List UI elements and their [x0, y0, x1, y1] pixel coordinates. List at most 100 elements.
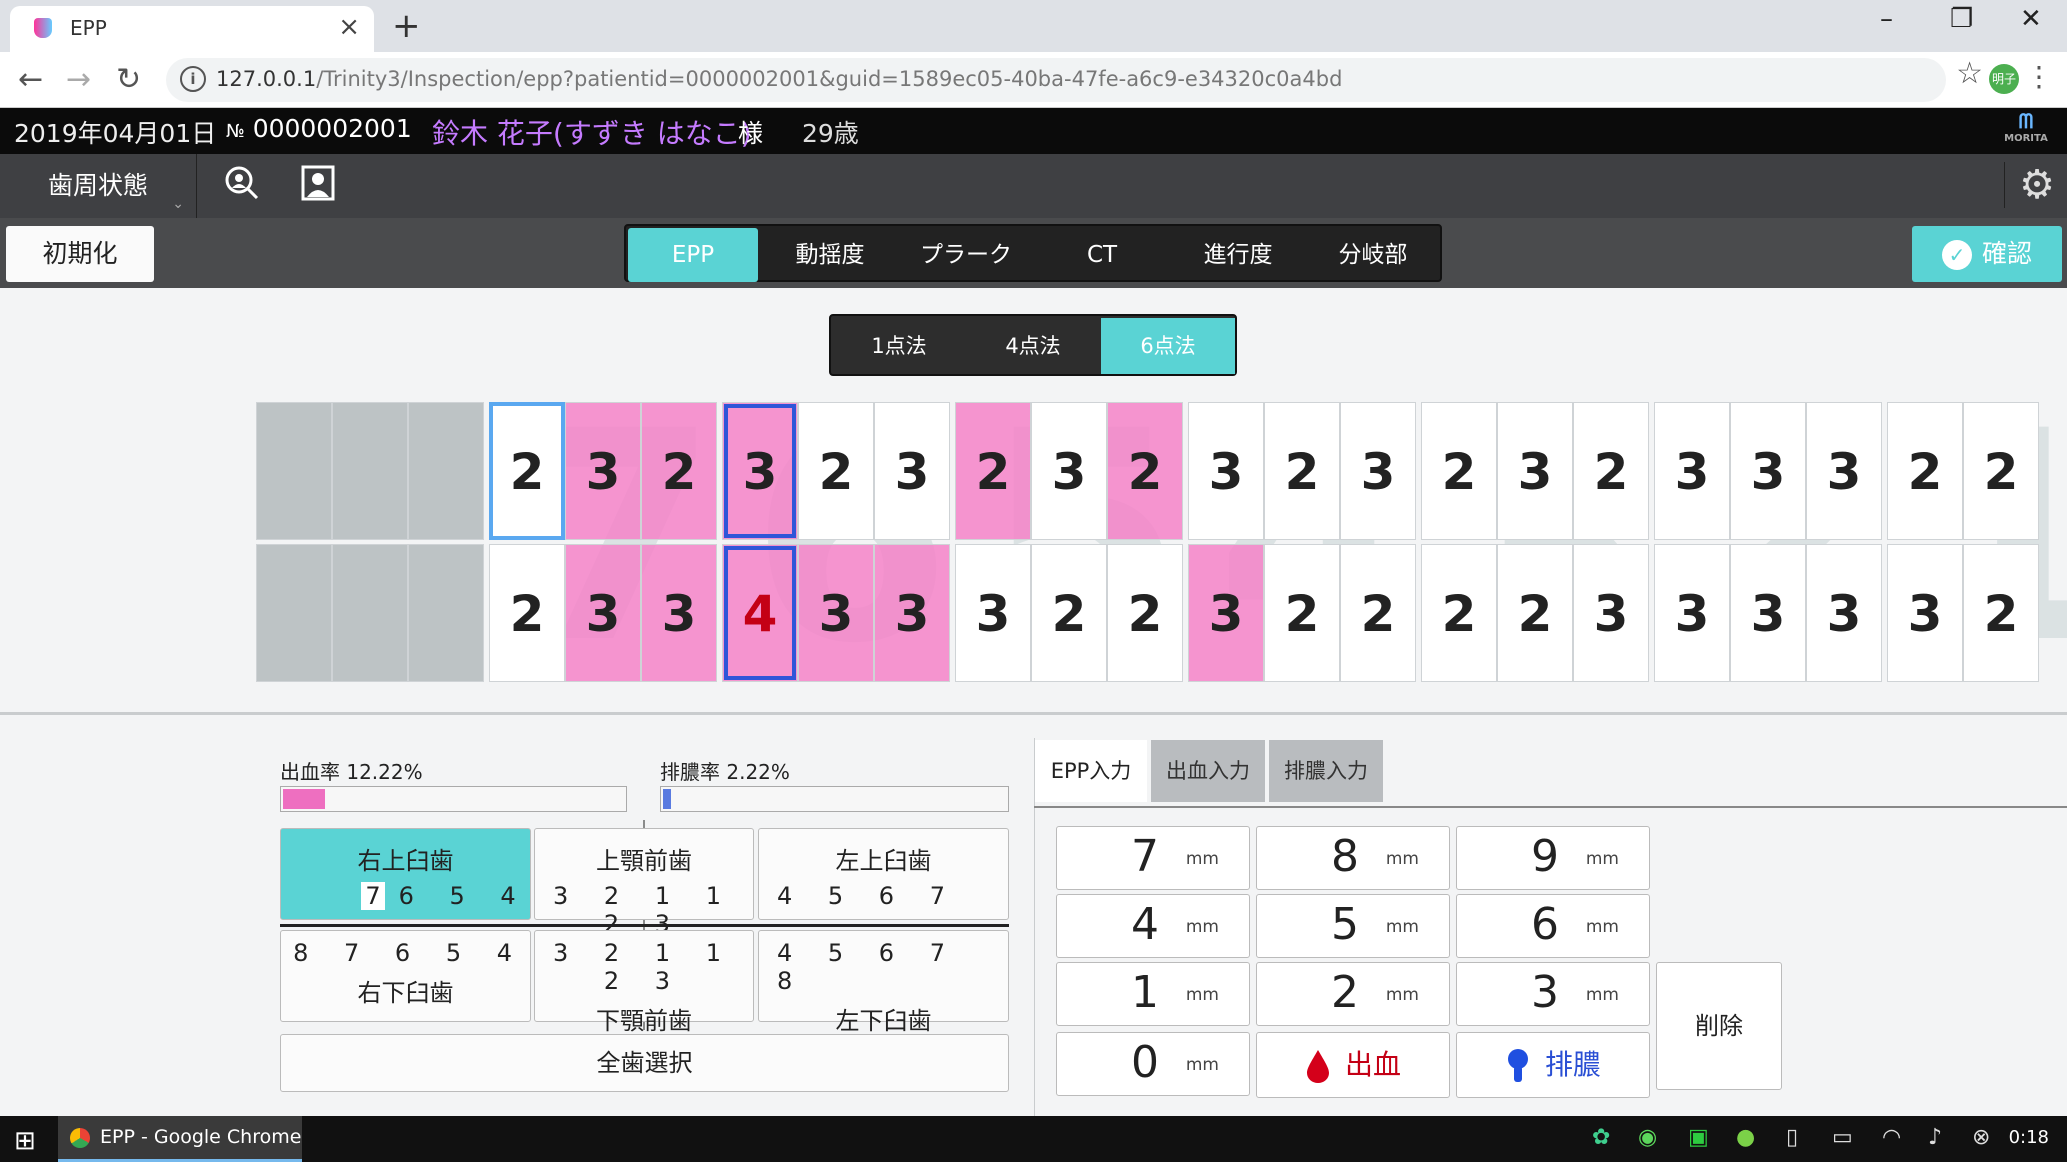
- upper-pocket-cell[interactable]: 3: [1340, 402, 1416, 540]
- select-all-teeth-button[interactable]: 全歯選択: [280, 1034, 1009, 1092]
- key-7mm[interactable]: 7 mm: [1056, 826, 1250, 890]
- browser-menu-icon[interactable]: ⋮: [2025, 60, 2053, 93]
- quadrant-lower-right[interactable]: 8 7 6 5 4 右下臼歯: [280, 930, 531, 1022]
- confirm-button[interactable]: ✓ 確認: [1912, 226, 2062, 282]
- profile-avatar[interactable]: 明子: [1989, 64, 2019, 94]
- quadrant-lower-left[interactable]: 4 5 6 7 8 左下臼歯: [758, 930, 1009, 1035]
- lower-pocket-cell[interactable]: 2: [1497, 544, 1573, 682]
- lower-pocket-cell[interactable]: 3: [1887, 544, 1963, 682]
- taskbar-chrome-item[interactable]: EPP - Google Chrome: [58, 1116, 302, 1162]
- lower-pocket-cell[interactable]: 2: [1340, 544, 1416, 682]
- key-1mm[interactable]: 1 mm: [1056, 962, 1250, 1026]
- tab-plaque[interactable]: プラーク: [898, 228, 1034, 282]
- method-1-point[interactable]: 1点法: [833, 318, 965, 374]
- tab-ct[interactable]: CT: [1034, 228, 1170, 282]
- upper-pocket-cell[interactable]: 2: [489, 402, 565, 540]
- battery-icon[interactable]: ▭: [1832, 1125, 1853, 1150]
- lower-pocket-cell[interactable]: 3: [874, 544, 950, 682]
- lower-pocket-cell[interactable]: 3: [798, 544, 874, 682]
- lower-pocket-cell[interactable]: 2: [489, 544, 565, 682]
- lower-pocket-cell[interactable]: 2: [1264, 544, 1340, 682]
- browser-tab[interactable]: EPP ×: [10, 6, 374, 52]
- tab-furcation[interactable]: 分岐部: [1306, 228, 1440, 282]
- upper-pocket-cell[interactable]: 3: [722, 402, 798, 540]
- minimize-button[interactable]: –: [1880, 4, 1893, 34]
- lower-pocket-cell[interactable]: 4: [722, 544, 798, 682]
- upper-pocket-cell[interactable]: 2: [1421, 402, 1497, 540]
- bleeding-button[interactable]: 出血: [1256, 1032, 1450, 1098]
- restore-button[interactable]: ❐: [1950, 4, 1973, 34]
- upper-pocket-cell[interactable]: 3: [565, 402, 641, 540]
- new-tab-button[interactable]: +: [392, 6, 421, 46]
- tab-close-icon[interactable]: ×: [338, 12, 360, 42]
- key-2mm[interactable]: 2 mm: [1256, 962, 1450, 1026]
- tab-mobility[interactable]: 動揺度: [762, 228, 898, 282]
- quadrant-upper-front[interactable]: 上顎前歯 3 2 1 1 2 3: [534, 828, 754, 938]
- upper-pocket-cell[interactable]: 2: [1887, 402, 1963, 540]
- site-info-icon[interactable]: i: [180, 66, 206, 92]
- lower-pocket-cell[interactable]: 3: [1730, 544, 1806, 682]
- key-6mm[interactable]: 6 mm: [1456, 894, 1650, 958]
- upper-pocket-cell[interactable]: 3: [1654, 402, 1730, 540]
- upper-pocket-cell[interactable]: 2: [1573, 402, 1649, 540]
- wifi-icon[interactable]: ◠: [1882, 1125, 1901, 1150]
- upper-pocket-cell[interactable]: 2: [1264, 402, 1340, 540]
- lower-pocket-cell[interactable]: 2: [1107, 544, 1183, 682]
- upper-pocket-cell[interactable]: 2: [1107, 402, 1183, 540]
- reload-icon[interactable]: ↻: [116, 62, 141, 97]
- volume-icon[interactable]: ♪: [1928, 1125, 1942, 1150]
- lower-pocket-cell[interactable]: 3: [955, 544, 1031, 682]
- upper-pocket-cell[interactable]: 3: [1806, 402, 1882, 540]
- tray-screen-icon[interactable]: ▣: [1688, 1125, 1709, 1150]
- upper-pocket-cell[interactable]: 2: [1963, 402, 2039, 540]
- patient-profile-icon[interactable]: [300, 164, 336, 211]
- upper-pocket-cell[interactable]: 3: [1497, 402, 1573, 540]
- tray-app-icon[interactable]: ✿: [1592, 1125, 1610, 1150]
- settings-gear-icon[interactable]: ⚙: [2004, 162, 2055, 208]
- tab-epp[interactable]: EPP: [628, 228, 758, 282]
- windows-start-icon[interactable]: ⊞: [14, 1126, 36, 1156]
- method-6-point[interactable]: 6点法: [1101, 318, 1235, 374]
- upper-pocket-cell[interactable]: 2: [798, 402, 874, 540]
- lower-pocket-cell[interactable]: 3: [565, 544, 641, 682]
- upper-pocket-cell[interactable]: 3: [1031, 402, 1107, 540]
- lower-pocket-cell[interactable]: 2: [1963, 544, 2039, 682]
- forward-icon[interactable]: →: [66, 62, 91, 97]
- bookmark-star-icon[interactable]: ☆: [1956, 56, 1983, 91]
- upper-pocket-cell[interactable]: 3: [1730, 402, 1806, 540]
- close-window-button[interactable]: ✕: [2020, 4, 2042, 34]
- key-5mm[interactable]: 5 mm: [1256, 894, 1450, 958]
- pus-button[interactable]: 排膿: [1456, 1032, 1650, 1098]
- upper-pocket-cell[interactable]: 2: [955, 402, 1031, 540]
- wechat-icon[interactable]: ◉: [1638, 1125, 1657, 1150]
- quadrant-upper-left[interactable]: 左上臼歯 4 5 6 7: [758, 828, 1009, 920]
- quadrant-lower-front[interactable]: 3 2 1 1 2 3 下顎前歯: [534, 930, 754, 1035]
- method-4-point[interactable]: 4点法: [967, 318, 1099, 374]
- lower-pocket-cell[interactable]: 2: [1421, 544, 1497, 682]
- mode-dropdown[interactable]: 歯周状態 ⌄: [0, 154, 197, 218]
- tab-bleeding-input[interactable]: 出血入力: [1151, 740, 1265, 802]
- usb-icon[interactable]: ▯: [1786, 1125, 1798, 1150]
- address-bar[interactable]: i 127.0.0.1/Trinity3/Inspection/epp?pati…: [166, 58, 1946, 102]
- delete-button[interactable]: 削除: [1656, 962, 1782, 1090]
- key-9mm[interactable]: 9 mm: [1456, 826, 1650, 890]
- upper-pocket-cell[interactable]: 2: [641, 402, 717, 540]
- tab-progression[interactable]: 進行度: [1170, 228, 1306, 282]
- lower-pocket-cell[interactable]: 3: [641, 544, 717, 682]
- key-0mm[interactable]: 0 mm: [1056, 1032, 1250, 1096]
- notification-icon[interactable]: ⊗: [1972, 1125, 1990, 1150]
- lower-pocket-cell[interactable]: 3: [1188, 544, 1264, 682]
- key-4mm[interactable]: 4 mm: [1056, 894, 1250, 958]
- back-icon[interactable]: ←: [18, 62, 43, 97]
- patient-search-icon[interactable]: [222, 164, 260, 211]
- upper-pocket-cell[interactable]: 3: [1188, 402, 1264, 540]
- quadrant-upper-right[interactable]: 右上臼歯 76 5 4: [280, 828, 531, 920]
- upper-pocket-cell[interactable]: 3: [874, 402, 950, 540]
- lower-pocket-cell[interactable]: 3: [1573, 544, 1649, 682]
- tab-pus-input[interactable]: 排膿入力: [1269, 740, 1383, 802]
- tab-epp-input[interactable]: EPP入力: [1035, 740, 1147, 802]
- key-8mm[interactable]: 8 mm: [1256, 826, 1450, 890]
- lower-pocket-cell[interactable]: 3: [1654, 544, 1730, 682]
- reset-button[interactable]: 初期化: [6, 226, 154, 282]
- lower-pocket-cell[interactable]: 2: [1031, 544, 1107, 682]
